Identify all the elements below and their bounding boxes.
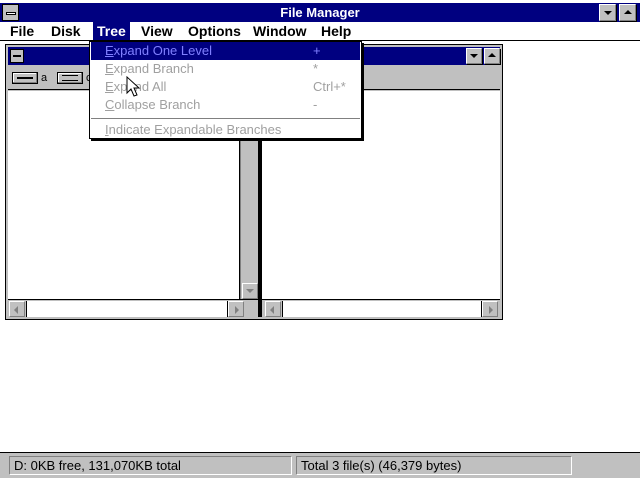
scroll-right-icon — [235, 306, 239, 314]
menu-window[interactable]: Window — [249, 22, 311, 40]
floppy-drive-icon — [12, 72, 38, 85]
file-scroll-track[interactable] — [282, 301, 482, 317]
file-scroll-left-button[interactable] — [265, 301, 281, 317]
scroll-right-icon — [489, 306, 493, 314]
menu-separator — [91, 118, 360, 119]
tree-scroll-right-button[interactable] — [228, 301, 244, 317]
menu-disk[interactable]: Disk — [47, 22, 85, 40]
menu-file[interactable]: File — [6, 22, 38, 40]
tree-scroll-track[interactable] — [26, 301, 228, 317]
scroll-left-icon — [14, 306, 18, 314]
child-minimize-icon — [470, 54, 478, 58]
tree-horizontal-scrollbar[interactable] — [8, 299, 258, 317]
minimize-icon — [604, 11, 612, 15]
menu-item-indicate-expandable-branches[interactable]: Indicate Expandable Branches — [91, 121, 360, 139]
child-system-menu-icon[interactable] — [10, 49, 24, 63]
menu-help[interactable]: Help — [317, 22, 355, 40]
scroll-left-icon — [270, 306, 274, 314]
hard-drive-icon — [57, 72, 83, 85]
file-horizontal-scrollbar[interactable] — [262, 299, 500, 317]
child-maximize-icon — [488, 53, 496, 57]
drive-c[interactable]: c — [57, 70, 92, 86]
status-file-info: Total 3 file(s) (46,379 bytes) — [296, 456, 572, 475]
scroll-down-icon — [246, 289, 254, 293]
menu-bar: File Disk Tree View Options Window Help — [0, 22, 640, 41]
desktop: File Manager File Disk Tree View Options… — [0, 0, 640, 480]
scroll-down-button[interactable] — [242, 283, 258, 299]
status-disk-info: D: 0KB free, 131,070KB total — [9, 456, 292, 475]
child-maximize-button[interactable] — [484, 48, 500, 64]
app-title: File Manager — [280, 5, 360, 20]
maximize-button[interactable] — [619, 4, 636, 21]
menu-item-expand-one-level[interactable]: Expand One Level + — [91, 42, 360, 60]
menu-item-collapse-branch[interactable]: Collapse Branch - — [91, 96, 360, 114]
drive-a[interactable]: a — [12, 70, 47, 86]
file-scroll-right-button[interactable] — [482, 301, 498, 317]
menu-options[interactable]: Options — [184, 22, 245, 40]
menu-tree[interactable]: Tree — [93, 22, 130, 40]
maximize-icon — [624, 10, 632, 14]
menu-view[interactable]: View — [137, 22, 177, 40]
status-bar: D: 0KB free, 131,070KB total Total 3 fil… — [0, 452, 640, 478]
title-bar[interactable]: File Manager — [0, 3, 640, 22]
minimize-button[interactable] — [599, 4, 616, 21]
mouse-pointer-icon — [126, 76, 141, 97]
child-minimize-button[interactable] — [466, 48, 482, 64]
tree-scroll-left-button[interactable] — [9, 301, 25, 317]
